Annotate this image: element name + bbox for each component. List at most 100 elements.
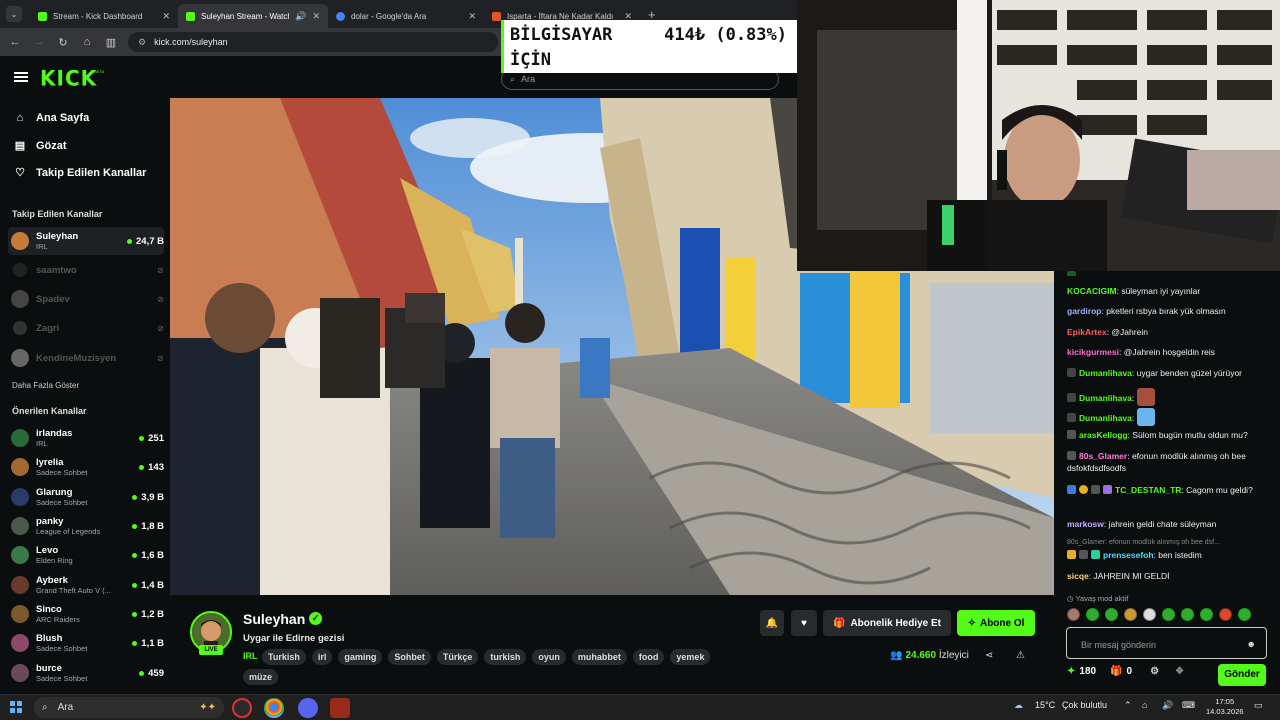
- emote-icon[interactable]: [1200, 608, 1213, 621]
- follow-button[interactable]: ♥: [791, 610, 817, 636]
- chat-username[interactable]: kicikgurmesi: [1067, 347, 1119, 357]
- emote-icon[interactable]: [1105, 608, 1118, 621]
- tag[interactable]: gaming: [338, 649, 383, 665]
- chat-username[interactable]: gardirop: [1067, 306, 1101, 316]
- home-icon[interactable]: ⌂: [75, 36, 99, 48]
- followed-channel[interactable]: Spadev ⊘: [8, 285, 164, 313]
- emote-icon[interactable]: [1143, 608, 1156, 621]
- chat-message[interactable]: gardirop: pketleri rsbya bırak yük olmas…: [1067, 305, 1267, 317]
- notification-bell-button[interactable]: 🔔: [760, 610, 784, 636]
- chat-message[interactable]: arasKellogg: Sülom bugün mutlu oldun mu?: [1067, 429, 1267, 441]
- chrome-icon[interactable]: [264, 698, 284, 718]
- emote-icon[interactable]: [1162, 608, 1175, 621]
- chat-username[interactable]: 80s_Glamer: [1079, 451, 1127, 461]
- kick-logo[interactable]: KICK: [40, 65, 97, 90]
- chat-username[interactable]: sicqe: [1067, 571, 1089, 581]
- chat-message[interactable]: kicikgurmesi: @Jahrein hoşgeldin reis: [1067, 346, 1267, 358]
- emote-icon[interactable]: [1219, 608, 1232, 621]
- tag[interactable]: Türkçe: [436, 649, 479, 665]
- tray-chevron-icon[interactable]: ⌃: [1124, 700, 1132, 711]
- tab-search-button[interactable]: ⌄: [6, 6, 22, 22]
- address-bar[interactable]: ⚙ kick.com/suleyhan: [128, 32, 498, 52]
- chat-username[interactable]: prensesefoh: [1103, 550, 1154, 560]
- nav-home[interactable]: ⌂ Ana Sayfa: [12, 112, 90, 124]
- app-icon[interactable]: [330, 698, 350, 718]
- tag[interactable]: oyun: [532, 649, 566, 665]
- chat-message[interactable]: EpikArtex: @Jahrein: [1067, 326, 1267, 338]
- recommended-channel[interactable]: lyrelia Sadece Sohbet 143: [8, 453, 164, 481]
- recommended-channel[interactable]: irlandas IRL 251: [8, 424, 164, 452]
- chat-message[interactable]: TC_DESTAN_TR: Cagom mu geldi?: [1067, 484, 1267, 496]
- recommended-channel[interactable]: Glarung Sadece Sohbet 3,9 B: [8, 483, 164, 511]
- volume-icon[interactable]: 🔊: [1162, 700, 1173, 711]
- recording-app-icon[interactable]: [232, 698, 252, 718]
- chat-message[interactable]: Dumanlihava:: [1067, 388, 1267, 406]
- chat-message[interactable]: sicqe: JAHREIN MI GELDİ: [1067, 570, 1267, 582]
- emote-icon[interactable]: [1238, 608, 1251, 621]
- hamburger-menu-icon[interactable]: [14, 72, 28, 82]
- recommended-channel[interactable]: Sinco ARC Raiders 1,2 B: [8, 600, 164, 628]
- tab-suleyhan-stream[interactable]: Suleyhan Stream - Watch Live on Kick 🔊 ✕: [178, 4, 328, 28]
- streamer-name[interactable]: Suleyhan: [243, 611, 305, 627]
- recommended-channel[interactable]: Blush Sadece Sohbet 1,1 B: [8, 629, 164, 657]
- subscribe-button[interactable]: ✧ Abone Ol: [957, 610, 1035, 636]
- language-icon[interactable]: ⌨: [1182, 700, 1195, 711]
- emote-icon[interactable]: [1124, 608, 1137, 621]
- forward-icon[interactable]: →: [27, 36, 51, 48]
- chat-message[interactable]: markosw: jahrein geldi chate süleyman: [1067, 518, 1267, 530]
- notifications-icon[interactable]: ▭: [1254, 700, 1263, 711]
- nav-following[interactable]: ♡ Takip Edilen Kanallar: [12, 166, 146, 180]
- recommended-channel[interactable]: Levo Elden Ring 1,6 B: [8, 541, 164, 569]
- category-link[interactable]: IRL: [243, 651, 258, 661]
- recommended-channel[interactable]: panky League of Legends 1,8 B: [8, 512, 164, 540]
- tag[interactable]: Turkish: [262, 649, 306, 665]
- tag[interactable]: müze: [243, 669, 279, 685]
- tag[interactable]: food: [632, 649, 665, 665]
- settings-icon[interactable]: ⚙: [1150, 666, 1159, 677]
- chat-username[interactable]: Dumanlihava: [1079, 413, 1132, 423]
- gift-subscription-button[interactable]: 🎁 Abonelik Hediye Et: [823, 610, 951, 636]
- chat-message[interactable]: 80s_Glamer: efonun modlük alınmış oh bee…: [1067, 450, 1267, 474]
- discord-icon[interactable]: [298, 698, 318, 718]
- chat-username[interactable]: Dumanlihava: [1079, 368, 1132, 378]
- clock[interactable]: 17:05 14.03.2026: [1206, 697, 1244, 717]
- points-icon[interactable]: ✦: [1067, 666, 1075, 677]
- back-icon[interactable]: ←: [3, 36, 27, 48]
- tag[interactable]: irl: [311, 649, 333, 665]
- tab-kick-dashboard[interactable]: Stream - Kick Dashboard ✕: [30, 4, 178, 28]
- report-icon[interactable]: ⚠: [1016, 650, 1025, 661]
- chat-message[interactable]: KOCACIGIM: süleyman iyi yayınlar: [1067, 285, 1267, 297]
- chat-message[interactable]: Dumanlihava:: [1067, 408, 1267, 426]
- chat-message-input[interactable]: Bir mesaj gönderin ☻: [1066, 627, 1267, 659]
- weather-icon[interactable]: ☁: [1014, 700, 1023, 711]
- chat-username[interactable]: markosw: [1067, 519, 1104, 529]
- emote-icon[interactable]: [1181, 608, 1194, 621]
- followed-channel[interactable]: Suleyhan IRL 24,7 B: [8, 227, 164, 255]
- followed-channel[interactable]: Zagri ⊘: [8, 314, 164, 342]
- chat-message[interactable]: Dumanlihava: uygar benden güzel yürüyor: [1067, 367, 1267, 379]
- nav-browse[interactable]: ▤ Gözat: [12, 139, 67, 153]
- gift-icon[interactable]: 🎁: [1110, 666, 1122, 677]
- chat-username[interactable]: KOCACIGIM: [1067, 286, 1117, 296]
- tag[interactable]: turkish: [484, 649, 527, 665]
- followed-channel[interactable]: saamtwo ⊘: [8, 256, 164, 284]
- send-button[interactable]: Gönder: [1218, 664, 1266, 686]
- followed-channel[interactable]: KendineMuzisyen ⊘: [8, 344, 164, 372]
- badge-settings-icon[interactable]: ❖: [1175, 666, 1184, 677]
- emote-icon[interactable]: [1086, 608, 1099, 621]
- show-more-link[interactable]: Daha Fazla Göster: [12, 381, 79, 390]
- chat-username[interactable]: TC_DESTAN_TR: [1115, 485, 1181, 495]
- taskbar-search[interactable]: ⌕ Ara ✦✦: [34, 697, 224, 718]
- chat-username[interactable]: Dumanlihava: [1079, 393, 1132, 403]
- tag[interactable]: muhabbet: [571, 649, 627, 665]
- sidepanel-icon[interactable]: ▥: [99, 36, 123, 49]
- close-tab-icon[interactable]: ✕: [312, 11, 320, 22]
- tag[interactable]: Sohbet: [388, 649, 431, 665]
- chat-username[interactable]: arasKellogg: [1079, 430, 1128, 440]
- site-info-icon[interactable]: ⚙: [138, 37, 146, 48]
- audio-icon[interactable]: 🔊: [295, 11, 306, 22]
- close-tab-icon[interactable]: ✕: [468, 11, 476, 22]
- chat-username[interactable]: EpikArtex: [1067, 327, 1107, 337]
- tag[interactable]: yemek: [670, 649, 711, 665]
- windows-start-icon[interactable]: [10, 701, 22, 713]
